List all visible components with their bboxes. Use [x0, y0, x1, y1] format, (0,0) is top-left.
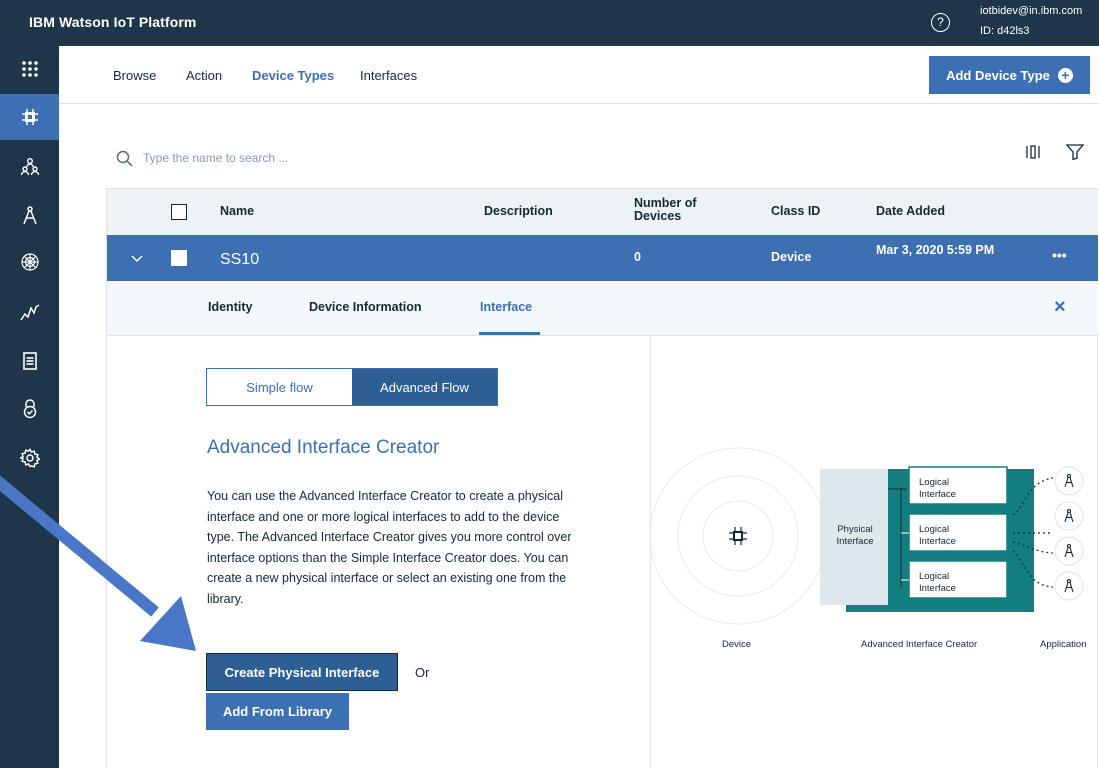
or-label: Or — [415, 665, 430, 680]
select-all-checkbox[interactable] — [171, 204, 187, 220]
tab-device-information[interactable]: Device Information — [309, 300, 422, 314]
creator-description: You can use the Advanced Interface Creat… — [207, 489, 572, 606]
device-chip-icon[interactable] — [0, 94, 59, 140]
header-name[interactable]: Name — [220, 204, 254, 218]
tab-interface[interactable]: Interface — [480, 300, 532, 314]
rules-document-icon[interactable] — [0, 338, 59, 384]
creator-label: Advanced Interface Creator — [861, 639, 978, 650]
close-icon[interactable]: × — [1054, 296, 1066, 319]
plus-icon: + — [1057, 67, 1073, 83]
search-bar — [116, 147, 716, 169]
logical-interface-label-3: Logical Interface — [919, 571, 956, 594]
table-header: Name Description Number of Devices Class… — [107, 188, 1098, 235]
advanced-flow-option[interactable]: Advanced Flow — [352, 369, 497, 405]
add-from-library-button[interactable]: Add From Library — [206, 693, 349, 730]
logical-interface-label-1: Logical Interface — [919, 477, 956, 500]
interface-diagram: Physical Interface Logical Interface Log… — [651, 337, 1098, 768]
blockchain-icon[interactable] — [0, 239, 59, 285]
tab-action[interactable]: Action — [186, 68, 222, 83]
table-row[interactable]: SS10 0 Device Mar 3, 2020 5:59 PM ••• — [107, 235, 1098, 281]
row-checkbox[interactable] — [171, 250, 187, 266]
detail-tabs: Identity Device Information Interface × — [107, 281, 1098, 336]
row-date-added: Mar 3, 2020 5:59 PM — [876, 243, 995, 257]
usage-chart-icon[interactable] — [0, 289, 59, 335]
app-grid-icon[interactable] — [0, 46, 59, 92]
flow-toggle: Simple flow Advanced Flow — [206, 368, 498, 406]
search-icon — [116, 150, 133, 167]
add-device-type-label: Add Device Type — [946, 67, 1050, 83]
tab-browse[interactable]: Browse — [113, 68, 156, 83]
column-settings-icon[interactable] — [1025, 144, 1041, 165]
members-icon[interactable] — [0, 143, 59, 189]
row-name: SS10 — [220, 251, 260, 268]
header-description[interactable]: Description — [484, 204, 553, 218]
user-email[interactable]: iotbidev@in.ibm.com — [980, 5, 1082, 17]
tab-device-types[interactable]: Device Types — [252, 68, 334, 83]
header-date-added[interactable]: Date Added — [876, 204, 945, 218]
header-number-of-devices[interactable]: Number of Devices — [634, 197, 714, 223]
logical-interface-label-2: Logical Interface — [919, 524, 956, 547]
row-class-id: Device — [771, 250, 812, 264]
apps-compass-icon[interactable] — [0, 192, 59, 238]
chevron-down-icon[interactable] — [131, 250, 143, 268]
device-label: Device — [722, 639, 752, 650]
help-icon[interactable]: ? — [931, 13, 950, 32]
simple-flow-option[interactable]: Simple flow — [207, 369, 352, 405]
create-physical-interface-button[interactable]: Create Physical Interface — [206, 653, 398, 691]
top-bar: IBM Watson IoT Platform ? iotbidev@in.ib… — [0, 0, 1099, 46]
overflow-menu-icon[interactable]: ••• — [1052, 247, 1067, 263]
tab-identity[interactable]: Identity — [208, 300, 252, 314]
row-num-devices: 0 — [634, 250, 641, 264]
active-tab-indicator — [479, 332, 540, 335]
interface-panel: Simple flow Advanced Flow Advanced Inter… — [107, 337, 1098, 768]
user-id: ID: d42ls3 — [980, 25, 1030, 37]
platform-title: IBM Watson IoT Platform — [29, 14, 197, 30]
sidebar — [0, 46, 59, 768]
settings-gear-icon[interactable] — [0, 435, 59, 481]
filter-icon[interactable] — [1065, 144, 1085, 165]
diagram-graphic — [651, 447, 1084, 625]
application-label: Application — [1040, 639, 1087, 650]
search-input[interactable] — [143, 151, 543, 165]
device-types-table: Name Description Number of Devices Class… — [106, 188, 1098, 768]
security-lock-icon[interactable] — [0, 386, 59, 432]
physical-interface-label: Physical Interface — [836, 524, 874, 547]
add-device-type-button[interactable]: Add Device Type + — [929, 56, 1090, 94]
creator-title: Advanced Interface Creator — [207, 437, 440, 458]
header-class-id[interactable]: Class ID — [771, 204, 820, 218]
tab-interfaces[interactable]: Interfaces — [360, 68, 417, 83]
